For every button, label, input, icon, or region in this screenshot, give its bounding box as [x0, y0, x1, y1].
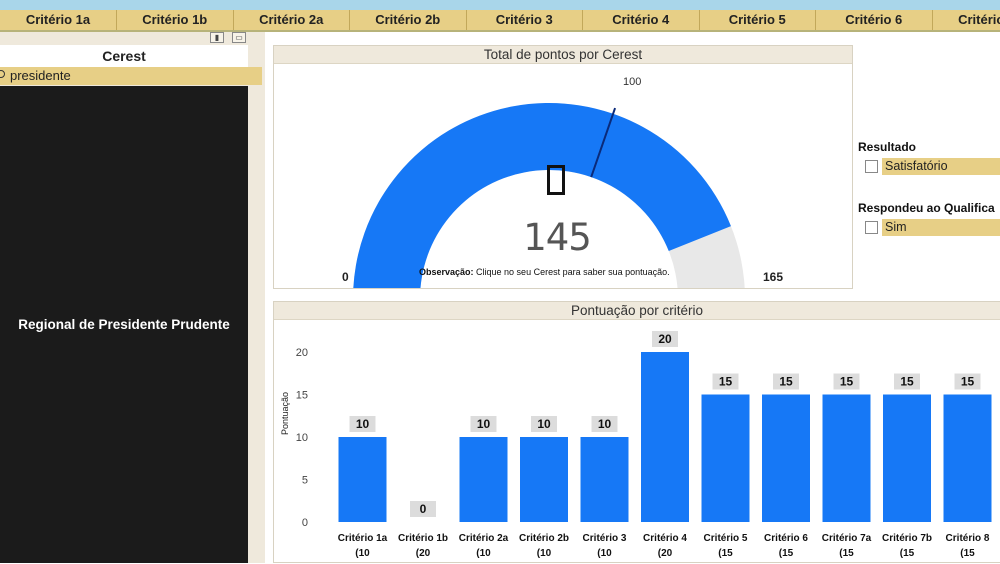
y-axis-label: Pontuação [280, 392, 290, 435]
bar-chart-title: Pontuação por critério [274, 302, 1000, 320]
bar[interactable] [883, 395, 931, 523]
tab-3[interactable]: Critério 2b [350, 10, 467, 30]
data-label: 15 [779, 375, 793, 389]
data-label: 10 [356, 417, 370, 431]
gauge-max-label: 165 [763, 270, 783, 284]
search-icon [0, 70, 5, 78]
filters-area: Resultado Satisfatório Respondeu ao Qual… [858, 140, 1000, 262]
data-label: 10 [477, 417, 491, 431]
pin-icon[interactable]: ▮ [210, 32, 224, 43]
data-label: 20 [658, 332, 672, 346]
cerest-list-title: Cerest [0, 45, 248, 67]
data-label: 15 [961, 375, 975, 389]
qualifica-option[interactable]: Sim [882, 219, 1000, 236]
gauge-value: 145 [487, 216, 627, 259]
tab-1[interactable]: Critério 1b [117, 10, 234, 30]
tab-6[interactable]: Critério 5 [700, 10, 817, 30]
resultado-option[interactable]: Satisfatório [882, 158, 1000, 175]
x-tick-sublabel: (20 [658, 548, 673, 559]
bar[interactable] [339, 437, 387, 522]
top-accent-bar [0, 0, 1000, 10]
tab-5[interactable]: Critério 4 [583, 10, 700, 30]
gauge-note: Observação: Clique no seu Cerest para sa… [419, 267, 670, 277]
x-tick-label: Critério 3 [583, 533, 627, 544]
tab-0[interactable]: Critério 1a [0, 10, 117, 30]
x-tick-label: Critério 2b [519, 533, 569, 544]
qualifica-checkbox[interactable] [865, 221, 878, 234]
y-tick-label: 20 [296, 347, 308, 359]
x-tick-label: Critério 7a [822, 533, 872, 544]
tab-8[interactable]: Critério 7a [933, 10, 1000, 30]
x-tick-sublabel: (15 [779, 548, 794, 559]
bar[interactable] [944, 395, 992, 523]
gauge-panel-title: Total de pontos por Cerest [274, 46, 852, 64]
x-tick-label: Critério 1a [338, 533, 388, 544]
criteria-tab-bar: Critério 1aCritério 1bCritério 2aCritéri… [0, 10, 1000, 32]
cerest-list: Regional de Presidente Prudente [0, 86, 248, 563]
bar[interactable] [762, 395, 810, 523]
data-label: 10 [598, 417, 612, 431]
x-tick-sublabel: (15 [900, 548, 915, 559]
x-tick-sublabel: (20 [416, 548, 431, 559]
list-item[interactable]: Regional de Presidente Prudente [18, 317, 230, 332]
cerest-search-input[interactable]: presidente [0, 67, 262, 85]
y-tick-label: 5 [302, 475, 308, 487]
x-tick-sublabel: (10 [537, 548, 552, 559]
bar[interactable] [581, 437, 629, 522]
x-tick-sublabel: (15 [960, 548, 975, 559]
y-tick-label: 0 [302, 517, 308, 529]
tab-4[interactable]: Critério 3 [467, 10, 584, 30]
resultado-filter-label: Resultado [858, 140, 1000, 154]
data-label: 15 [900, 375, 914, 389]
data-label: 15 [719, 375, 733, 389]
x-tick-label: Critério 4 [643, 533, 687, 544]
bar[interactable] [641, 352, 689, 522]
x-tick-label: Critério 8 [946, 533, 990, 544]
cerest-list-panel: ▮ ▭ Cerest presidente Regional de Presid… [0, 32, 265, 563]
x-tick-label: Critério 7b [882, 533, 932, 544]
data-label: 0 [420, 502, 427, 516]
bar-chart: Pontuação 0 5 10 15 20 10 Critério 1a (10 0 Critér… [274, 320, 1000, 564]
x-tick-sublabel: (15 [718, 548, 733, 559]
gauge-note-label: Observação: [419, 267, 474, 277]
bar[interactable] [460, 437, 508, 522]
y-tick-label: 10 [296, 432, 308, 444]
y-tick-label: 15 [296, 390, 308, 402]
resultado-checkbox[interactable] [865, 160, 878, 173]
data-label: 10 [537, 417, 551, 431]
qualifica-filter-row[interactable]: Sim [858, 219, 1000, 236]
bar[interactable] [520, 437, 568, 522]
bar-chart-panel: Pontuação por critério Pontuação 0 5 10 15 20… [273, 301, 1000, 563]
x-tick-sublabel: (10 [476, 548, 491, 559]
resultado-filter-row[interactable]: Satisfatório [858, 158, 1000, 175]
panel-toolbar: ▮ ▭ [210, 32, 246, 44]
x-tick-label: Critério 1b [398, 533, 448, 544]
x-tick-sublabel: (15 [839, 548, 854, 559]
x-tick-label: Critério 6 [764, 533, 808, 544]
gauge-panel: Total de pontos por Cerest 100 145 0 165… [273, 45, 853, 289]
bar[interactable] [702, 395, 750, 523]
x-tick-label: Critério 2a [459, 533, 509, 544]
gauge-note-text: Clique no seu Cerest para saber sua pont… [474, 267, 670, 277]
tab-2[interactable]: Critério 2a [234, 10, 351, 30]
gauge-target-label: 100 [623, 76, 641, 88]
data-label: 15 [840, 375, 854, 389]
x-tick-label: Critério 5 [704, 533, 748, 544]
expand-icon[interactable]: ▭ [232, 32, 246, 43]
missing-glyph-icon [547, 165, 565, 195]
cerest-search-value: presidente [10, 68, 71, 83]
x-tick-sublabel: (10 [597, 548, 612, 559]
bar[interactable] [823, 395, 871, 523]
qualifica-filter-label: Respondeu ao Qualifica [858, 201, 1000, 215]
x-tick-sublabel: (10 [355, 548, 370, 559]
gauge-min-label: 0 [342, 270, 349, 284]
tab-7[interactable]: Critério 6 [816, 10, 933, 30]
